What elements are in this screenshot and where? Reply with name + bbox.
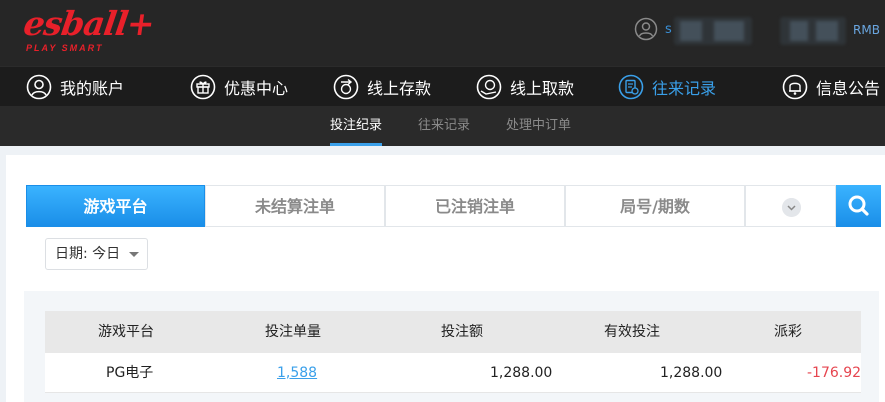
subnav-label: 投注纪录 <box>330 118 383 133</box>
nav-my-account[interactable]: 我的账户 <box>26 67 124 107</box>
subnav-transactions[interactable]: 往来记录 <box>418 106 470 146</box>
nav-label: 优惠中心 <box>224 79 289 98</box>
user-info[interactable]: s RMB <box>634 17 885 45</box>
nav-deposit[interactable]: 线上存款 <box>333 67 431 107</box>
cell-platform: PG电子 <box>106 365 154 381</box>
nav-records[interactable]: 往来记录 <box>618 67 716 107</box>
username-masked <box>674 17 752 45</box>
tab-unsettled[interactable]: 未结算注单 <box>205 185 385 227</box>
cell-payout: -176.92 <box>807 365 862 381</box>
nav-label: 往来记录 <box>652 79 717 98</box>
subnav-label: 往来记录 <box>418 118 471 133</box>
nav-announcements[interactable]: 信息公告 <box>782 67 880 107</box>
caret-down-icon <box>129 252 139 257</box>
logo[interactable]: esball+ PLAY SMART <box>21 4 156 54</box>
tab-round-number[interactable]: 局号/期数 <box>565 185 745 227</box>
search-icon <box>848 195 869 216</box>
username-prefix: s <box>665 22 672 37</box>
nav-promotions[interactable]: 优惠中心 <box>190 67 288 107</box>
nav-withdraw[interactable]: 线上取款 <box>476 67 574 107</box>
tab-game-platform[interactable]: 游戏平台 <box>26 185 205 227</box>
gift-icon <box>190 74 216 100</box>
col-header-valid-bet: 有效投注 <box>604 324 660 340</box>
content-panel: 游戏平台 未结算注单 已注销注单 局号/期数 日期: 今日 游戏平台 投注单量 … <box>6 155 885 402</box>
active-underline <box>330 143 383 146</box>
cell-bet-amount: 1,288.00 <box>490 365 553 381</box>
col-header-payout: 派彩 <box>774 324 802 340</box>
user-icon <box>26 74 52 100</box>
sub-nav: 投注纪录 往来记录 处理中订单 <box>0 106 885 146</box>
subnav-bet-records[interactable]: 投注纪录 <box>330 106 383 146</box>
date-filter-value: 日期: 今日 <box>55 246 121 262</box>
balance-masked <box>780 17 846 45</box>
tab-cancelled[interactable]: 已注销注单 <box>385 185 565 227</box>
bell-icon <box>782 74 808 100</box>
nav-label: 我的账户 <box>60 79 125 98</box>
col-header-platform: 游戏平台 <box>98 324 154 340</box>
logo-text: esball+ <box>21 4 157 43</box>
user-icon <box>634 17 658 41</box>
search-button[interactable] <box>836 185 881 227</box>
table-row: PG电子 1,588 1,288.00 1,288.00 -176.92 <box>45 353 861 393</box>
nav-label: 线上取款 <box>510 79 575 98</box>
col-header-bet-count: 投注单量 <box>265 324 321 340</box>
cell-valid-bet: 1,288.00 <box>660 365 723 381</box>
col-header-bet-amount: 投注额 <box>441 324 483 340</box>
subnav-label: 处理中订单 <box>506 118 572 133</box>
subnav-pending-orders[interactable]: 处理中订单 <box>506 106 571 146</box>
cell-bet-count-link[interactable]: 1,588 <box>277 353 317 393</box>
nav-label: 线上存款 <box>367 79 432 98</box>
deposit-icon <box>333 74 359 100</box>
currency-label: RMB <box>853 23 880 37</box>
top-header: esball+ PLAY SMART s RMB <box>0 0 885 66</box>
chevron-down-icon <box>782 198 801 217</box>
tab-more[interactable] <box>745 185 836 227</box>
nav-label: 信息公告 <box>816 79 881 98</box>
records-icon <box>618 74 644 100</box>
record-tabs: 游戏平台 未结算注单 已注销注单 局号/期数 <box>26 185 885 227</box>
logo-subtext: PLAY SMART <box>26 43 104 53</box>
withdraw-icon <box>476 74 502 100</box>
table-header: 游戏平台 投注单量 投注额 有效投注 派彩 <box>45 311 861 353</box>
date-filter-select[interactable]: 日期: 今日 <box>45 238 148 270</box>
main-nav: 我的账户 优惠中心 线上存款 线上取款 往来记录 信息公告 <box>0 66 885 106</box>
